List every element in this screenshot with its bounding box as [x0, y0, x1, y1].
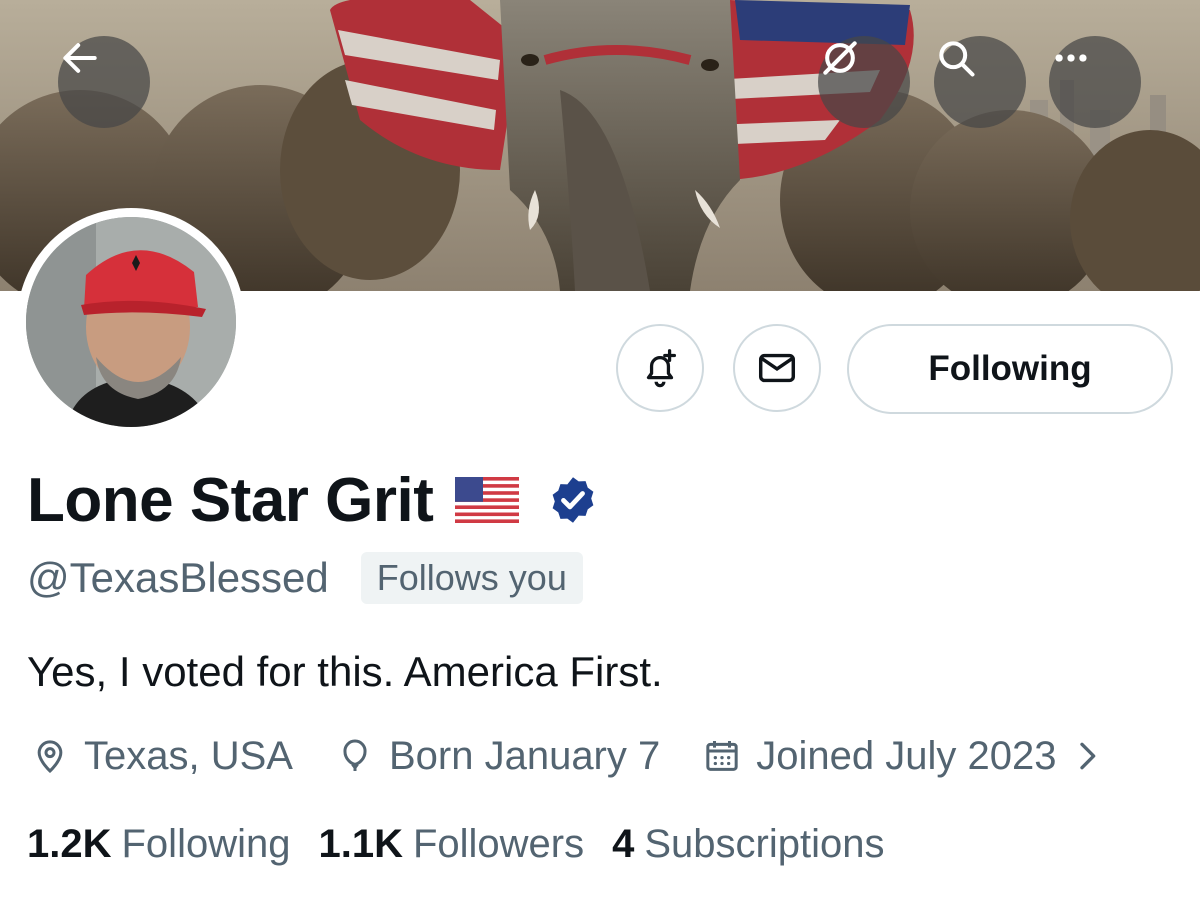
- more-button[interactable]: [1049, 36, 1141, 128]
- location-text: Texas, USA: [84, 733, 293, 778]
- bio: Yes, I voted for this. America First.: [27, 648, 663, 695]
- subscriptions-label: Subscriptions: [644, 821, 885, 866]
- back-button[interactable]: [58, 36, 150, 128]
- following-stat[interactable]: 1.2K Following: [27, 822, 290, 867]
- profile-stats: 1.2K Following 1.1K Followers 4 Subscrip…: [27, 818, 913, 870]
- location-item: Texas, USA: [30, 734, 293, 779]
- birthday-text: Born January 7: [388, 733, 661, 778]
- handle-row: @TexasBlessed Follows you: [27, 548, 583, 608]
- bell-plus-icon: [646, 349, 677, 388]
- verified-badge-icon[interactable]: [547, 474, 599, 526]
- balloon-icon: [343, 739, 367, 771]
- handle: @TexasBlessed: [27, 554, 329, 601]
- followers-label: Followers: [412, 821, 585, 866]
- subscriptions-stat[interactable]: 4 Subscriptions: [612, 822, 884, 867]
- profile-meta: Texas, USA Born January 7 Joined July 20…: [30, 728, 1114, 784]
- display-name: Lone Star Grit: [27, 465, 434, 535]
- follows-you-badge: Follows you: [360, 552, 583, 604]
- following-label: Following: [121, 821, 291, 866]
- more-horizontal-icon: [1055, 54, 1087, 62]
- avatar[interactable]: [17, 208, 245, 436]
- followers-stat[interactable]: 1.1K Followers: [318, 822, 584, 867]
- subscriptions-count: 4: [612, 821, 635, 866]
- envelope-icon: [758, 353, 796, 383]
- joined-text: Joined July 2023: [756, 733, 1057, 778]
- following-button[interactable]: Following: [847, 324, 1173, 414]
- search-button[interactable]: [934, 36, 1026, 128]
- birthday-item: Born January 7: [335, 734, 660, 779]
- search-icon: [939, 41, 975, 77]
- arrow-left-icon: [63, 43, 97, 73]
- avatar-image: [26, 217, 236, 427]
- message-button[interactable]: [733, 324, 821, 412]
- name-row: Lone Star Grit: [27, 460, 599, 540]
- grok-button[interactable]: [818, 36, 910, 128]
- location-pin-icon: [37, 740, 63, 774]
- followers-count: 1.1K: [318, 821, 403, 866]
- notify-button[interactable]: [616, 324, 704, 412]
- grok-icon: [823, 41, 857, 75]
- following-count: 1.2K: [27, 821, 112, 866]
- chevron-right-icon: [1080, 742, 1096, 770]
- us-flag-icon: [455, 477, 520, 523]
- calendar-icon: [706, 741, 738, 771]
- avatar-photo: [26, 217, 236, 427]
- joined-item[interactable]: Joined July 2023: [702, 734, 1114, 779]
